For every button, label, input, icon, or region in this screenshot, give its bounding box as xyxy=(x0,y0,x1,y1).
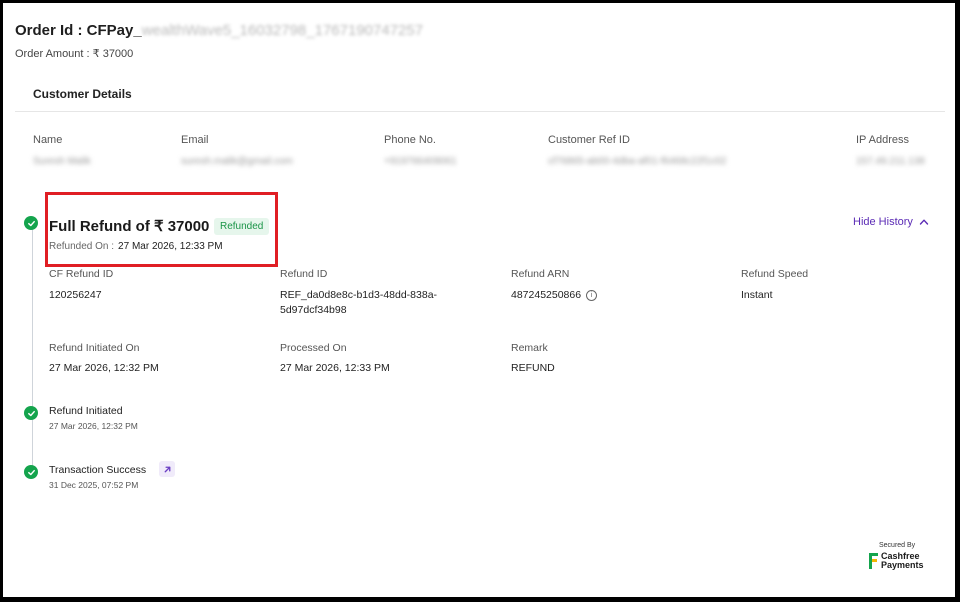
chevron-up-icon xyxy=(919,219,929,225)
order-details-panel: Order Id : CFPay_wealthWave5_16032798_17… xyxy=(3,3,955,597)
email-label: Email xyxy=(181,134,209,146)
hide-history-button[interactable]: Hide History xyxy=(853,216,929,228)
brand-line-2: Payments xyxy=(881,560,924,570)
check-circle-icon xyxy=(24,406,38,420)
customer-name: Suresh Malik xyxy=(33,156,91,167)
order-id: Order Id : CFPay_wealthWave5_16032798_17… xyxy=(15,22,424,39)
customer-phone: +919766409061 xyxy=(384,156,457,167)
ip-address-label: IP Address xyxy=(856,134,909,146)
order-id-masked: wealthWave5_16032798_1767190747257 xyxy=(141,22,424,39)
refund-speed-label: Refund Speed xyxy=(741,268,809,280)
open-link-button[interactable] xyxy=(159,461,175,477)
customer-email: suresh.malik@gmail.com xyxy=(181,156,293,167)
highlight-box xyxy=(45,192,278,267)
customer-ref-id-label: Customer Ref ID xyxy=(548,134,630,146)
remark-value: REFUND xyxy=(511,362,555,374)
refund-arn-label: Refund ARN xyxy=(511,268,570,280)
event-transaction-success-date: 31 Dec 2025, 07:52 PM xyxy=(49,480,139,490)
event-refund-initiated-date: 27 Mar 2026, 12:32 PM xyxy=(49,421,138,431)
refund-id-value: REF_da0d8e8c-b1d3-48dd-838a- 5d97dcf34b9… xyxy=(280,289,438,316)
name-label: Name xyxy=(33,134,63,146)
cashfree-logo: Cashfree Payments xyxy=(869,552,924,570)
customer-details-title: Customer Details xyxy=(33,87,132,101)
cashfree-logo-icon xyxy=(869,553,878,569)
refund-id-label: Refund ID xyxy=(280,268,328,280)
refund-initiated-on-value: 27 Mar 2026, 12:32 PM xyxy=(49,362,159,374)
phone-label: Phone No. xyxy=(384,134,436,146)
processed-on-label: Processed On xyxy=(280,342,347,354)
check-circle-icon xyxy=(24,216,38,230)
event-refund-initiated: Refund Initiated xyxy=(49,405,123,417)
divider xyxy=(15,111,945,112)
remark-label: Remark xyxy=(511,342,548,354)
processed-on-value: 27 Mar 2026, 12:33 PM xyxy=(280,362,390,374)
cf-refund-id-value: 120256247 xyxy=(49,289,102,301)
order-amount: Order Amount : ₹ 37000 xyxy=(15,48,134,60)
timeline-line xyxy=(32,227,33,477)
check-circle-icon xyxy=(24,465,38,479)
refund-initiated-on-label: Refund Initiated On xyxy=(49,342,140,354)
customer-ip: 157.49.211.138 xyxy=(856,156,925,167)
cf-refund-id-label: CF Refund ID xyxy=(49,268,114,280)
secured-by-label: Secured By xyxy=(879,542,916,549)
refund-arn-value: 487245250866 i xyxy=(511,288,598,303)
refund-speed-value: Instant xyxy=(741,289,773,301)
arrow-up-right-icon xyxy=(164,466,170,472)
event-transaction-success: Transaction Success xyxy=(49,464,147,476)
info-icon[interactable]: i xyxy=(586,290,598,301)
customer-ref-id: cf76865-ab00-4dba-af01-f6468c22f1c02 xyxy=(548,156,727,167)
